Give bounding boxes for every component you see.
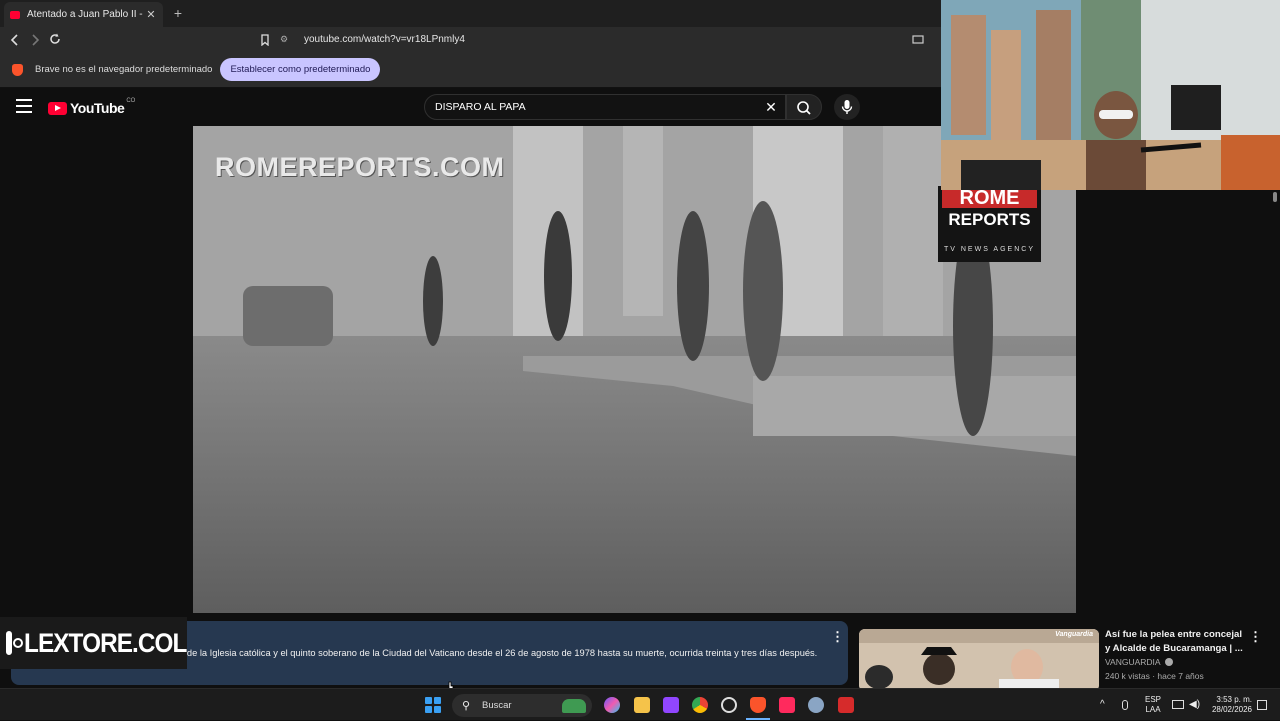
bookmark-icon[interactable] — [255, 27, 275, 52]
webcam-overlay — [941, 0, 1280, 190]
twitch-icon[interactable] — [663, 697, 679, 713]
search-highlight-icon — [562, 698, 586, 713]
recommended-video-thumbnail[interactable]: Vanguardia — [859, 629, 1099, 691]
address-bar[interactable]: ⚙ youtube.com/watch?v=vr18LPnmly4 — [280, 29, 940, 50]
recommended-video-meta: 240 k vistas · hace 7 años — [1105, 671, 1204, 681]
clear-search-icon[interactable]: ✕ — [757, 99, 785, 116]
page-scrollbar[interactable] — [1270, 190, 1280, 690]
show-hidden-icons-icon[interactable]: ^ — [1100, 699, 1112, 711]
network-icon[interactable] — [1172, 700, 1184, 709]
thumbnail-brand: Vanguardia — [1055, 631, 1093, 638]
site-settings-icon[interactable]: ⚙ — [280, 34, 294, 45]
tiktok-icon[interactable] — [779, 697, 795, 713]
infobar-message: Brave no es el navegador predeterminado — [35, 64, 213, 75]
windows-taskbar: ⚲ Buscar ^ ESP LAA ◀) 3:53 p. m. 28/02/2… — [0, 688, 1280, 720]
scrollbar-thumb[interactable] — [1273, 192, 1277, 202]
taskbar-search-icon: ⚲ — [462, 700, 471, 712]
system-tray: ^ ESP LAA ◀) 3:53 p. m. 28/02/2026 — [1100, 689, 1280, 721]
channel-name-text: VANGUARDIA — [1105, 657, 1161, 667]
country-code: CO — [126, 98, 136, 104]
webcam-feed-image — [941, 0, 1280, 190]
voice-search-button[interactable] — [834, 94, 860, 120]
video-watermark: ROMEREPORTS.COM — [215, 152, 505, 182]
taskbar-search-placeholder: Buscar — [482, 700, 512, 711]
language-indicator[interactable]: ESP LAA — [1145, 695, 1161, 715]
search-icon — [797, 101, 811, 115]
rome-reports-logo: ROME REPORTS TV NEWS AGENCY — [938, 186, 1041, 262]
new-tab-button[interactable]: + — [170, 4, 186, 22]
hamburger-menu-icon[interactable] — [16, 99, 32, 113]
microphone-icon — [841, 100, 853, 114]
recommended-video-title[interactable]: Así fue la pelea entre concejal y Alcald… — [1105, 628, 1245, 656]
search-query: DISPARO AL PAPA — [435, 101, 526, 113]
brave-browser-icon[interactable] — [750, 697, 766, 713]
volume-icon[interactable]: ◀) — [1189, 699, 1201, 711]
instagram-handle: LEXTORE.COL — [24, 627, 187, 658]
obs-icon[interactable] — [721, 697, 737, 713]
logo-line-reports: REPORTS — [948, 210, 1031, 229]
cast-icon[interactable] — [908, 27, 928, 52]
logo-line-rome: ROME — [942, 188, 1037, 208]
youtube-play-icon — [48, 101, 67, 115]
keyboard-layout: LAA — [1145, 705, 1161, 714]
instagram-icon — [6, 631, 23, 655]
tab-title: Atentado a Juan Pablo II - YouTu — [27, 9, 145, 20]
verified-badge-icon — [1165, 658, 1174, 666]
copilot-icon[interactable] — [604, 697, 620, 713]
browser-tab[interactable]: Atentado a Juan Pablo II - YouTu ✕ — [4, 2, 163, 27]
youtube-favicon-icon — [10, 10, 20, 19]
taskbar-search-box[interactable]: ⚲ Buscar — [452, 694, 592, 717]
forward-icon[interactable] — [25, 27, 45, 52]
clock-time: 3:53 p. m. — [1216, 695, 1252, 704]
youtube-wordmark: YouTube — [70, 100, 125, 116]
streamer-handle-overlay: LEXTORE.COL — [0, 617, 187, 669]
windows-start-icon[interactable] — [425, 697, 441, 713]
set-default-button[interactable]: Establecer como predeterminado — [220, 58, 381, 81]
notifications-icon[interactable] — [1257, 700, 1267, 710]
youtube-logo[interactable]: YouTube CO — [48, 98, 136, 116]
brave-lion-icon — [12, 63, 23, 76]
clock-date: 28/02/2026 — [1211, 705, 1252, 714]
shield-app-icon[interactable] — [838, 697, 854, 713]
back-icon[interactable] — [5, 27, 25, 52]
language-code: ESP — [1145, 695, 1162, 704]
reload-icon[interactable] — [45, 27, 65, 52]
logo-line-agency: TV NEWS AGENCY — [943, 246, 1035, 253]
microphone-tray-icon[interactable] — [1122, 700, 1128, 710]
settings-icon[interactable] — [808, 697, 824, 713]
video-player[interactable]: ROMEREPORTS.COM ROME REPORTS TV NEWS AGE… — [193, 126, 1076, 613]
recommended-thumbnail-image — [859, 629, 1099, 691]
recommended-channel-name[interactable]: VANGUARDIA — [1105, 657, 1174, 667]
clock[interactable]: 3:53 p. m. 28/02/2026 — [1206, 695, 1252, 715]
file-explorer-icon[interactable] — [634, 697, 650, 713]
description-more-icon[interactable]: ⋮ — [831, 629, 844, 645]
recommended-more-icon[interactable]: ⋮ — [1249, 629, 1262, 645]
search-input[interactable]: DISPARO AL PAPA ✕ — [424, 94, 786, 120]
search-button[interactable] — [786, 94, 822, 120]
url-text: youtube.com/watch?v=vr18LPnmly4 — [304, 34, 465, 45]
chrome-icon[interactable] — [692, 697, 708, 713]
tab-close-icon[interactable]: ✕ — [145, 8, 157, 21]
